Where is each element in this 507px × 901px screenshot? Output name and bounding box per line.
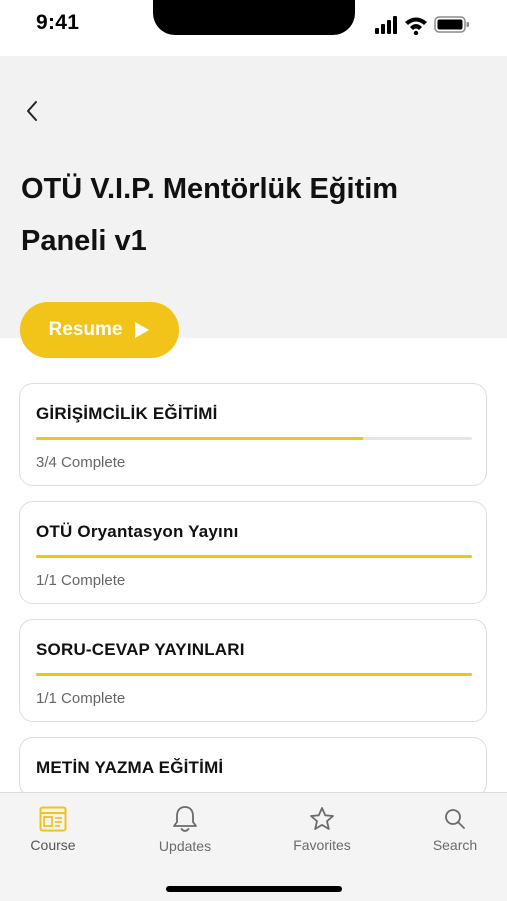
resume-button[interactable]: Resume bbox=[20, 302, 179, 358]
notch bbox=[153, 0, 355, 35]
star-icon bbox=[307, 805, 337, 832]
page-title: OTÜ V.I.P. Mentörlük Eğitim Paneli v1 bbox=[21, 173, 399, 257]
section-progress: 1/1 Complete bbox=[36, 690, 126, 707]
section-title: METİN YAZMA EĞİTİMİ bbox=[36, 758, 224, 777]
progress-fill bbox=[36, 555, 472, 558]
progress-bar bbox=[36, 437, 472, 440]
section-progress: 1/1 Complete bbox=[36, 572, 126, 589]
section-card[interactable]: OTÜ Oryantasyon Yayını 1/1 Complete bbox=[19, 501, 487, 604]
play-icon bbox=[135, 322, 150, 338]
tab-course[interactable]: Course bbox=[0, 805, 108, 853]
tab-search[interactable]: Search bbox=[400, 805, 507, 853]
chevron-left-icon bbox=[27, 101, 37, 121]
tab-label: Favorites bbox=[293, 837, 351, 853]
tab-label: Updates bbox=[158, 838, 212, 854]
status-time: 9:41 bbox=[36, 11, 80, 34]
tab-updates[interactable]: Updates bbox=[130, 805, 240, 854]
status-icons bbox=[375, 15, 471, 36]
resume-label: Resume bbox=[48, 319, 123, 340]
progress-fill bbox=[36, 673, 472, 676]
tab-label: Course bbox=[30, 837, 76, 853]
course-icon bbox=[38, 805, 68, 832]
section-title: GİRİŞİMCİLİK EĞİTİMİ bbox=[36, 404, 218, 423]
tab-favorites[interactable]: Favorites bbox=[267, 805, 377, 853]
back-button[interactable] bbox=[18, 95, 46, 127]
section-title: SORU-CEVAP YAYINLARI bbox=[36, 640, 245, 659]
search-icon bbox=[440, 805, 470, 832]
signal-icon bbox=[375, 16, 397, 34]
progress-bar bbox=[36, 555, 472, 558]
section-progress: 3/4 Complete bbox=[36, 454, 126, 471]
tab-label: Search bbox=[432, 837, 478, 853]
bell-icon bbox=[170, 805, 200, 833]
progress-fill bbox=[36, 437, 363, 440]
section-card[interactable]: SORU-CEVAP YAYINLARI 1/1 Complete bbox=[19, 619, 487, 722]
wifi-icon bbox=[405, 17, 427, 36]
progress-bar bbox=[36, 673, 472, 676]
status-bar: 9:41 bbox=[0, 0, 507, 56]
home-indicator bbox=[166, 886, 342, 892]
section-title: OTÜ Oryantasyon Yayını bbox=[36, 522, 239, 541]
battery-icon bbox=[434, 16, 469, 33]
tab-bar: Course Updates Favorites Search bbox=[0, 792, 507, 901]
section-card[interactable]: METİN YAZMA EĞİTİMİ bbox=[19, 737, 487, 797]
section-card[interactable]: GİRİŞİMCİLİK EĞİTİMİ 3/4 Complete bbox=[19, 383, 487, 486]
